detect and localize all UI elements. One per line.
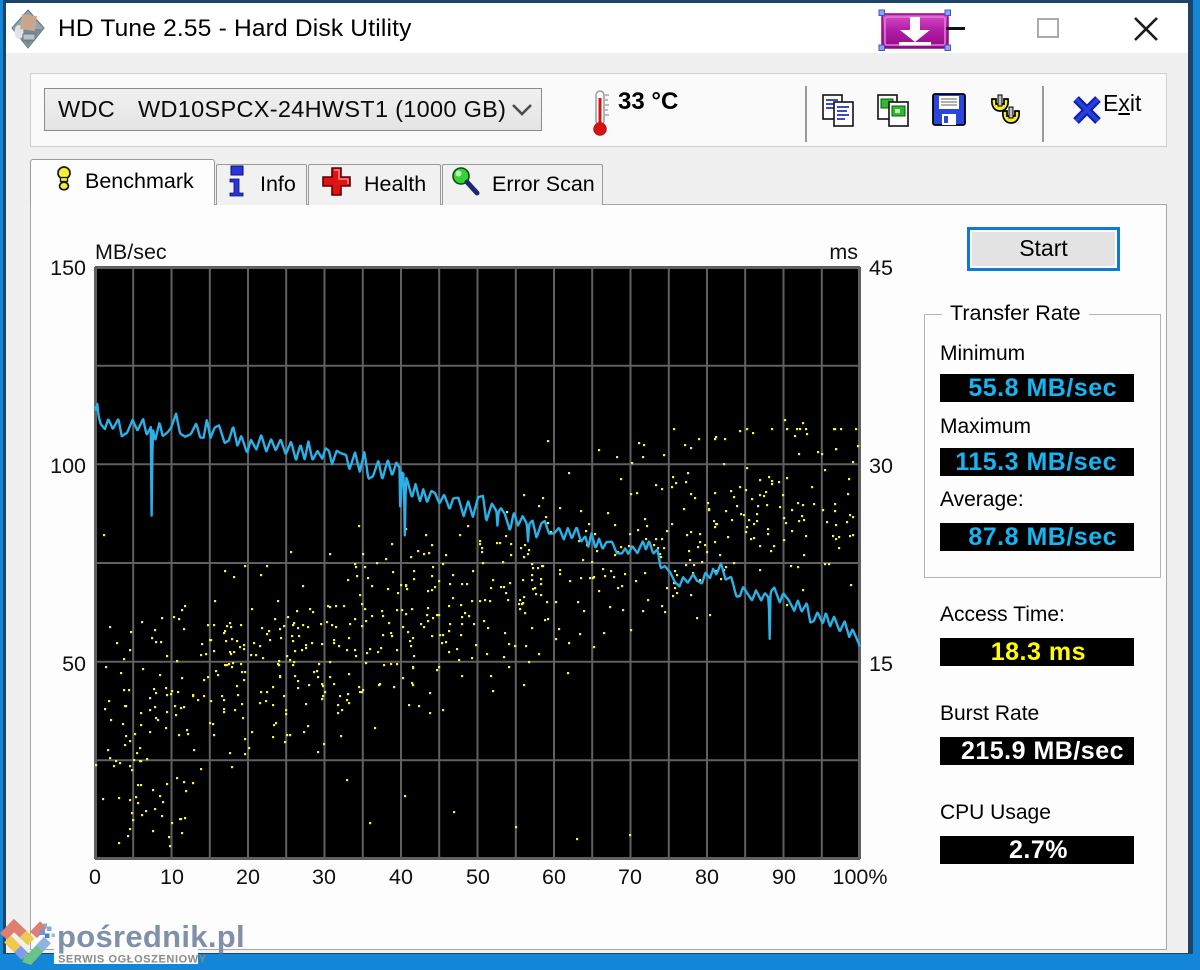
svg-text:70: 70	[618, 865, 642, 889]
svg-text:SERWIS OGŁOSZENIOWY: SERWIS OGŁOSZENIOWY	[58, 954, 207, 966]
svg-text:0: 0	[89, 865, 101, 889]
svg-text:15: 15	[869, 652, 893, 676]
svg-text:45: 45	[869, 256, 893, 280]
svg-text:100%: 100%	[833, 865, 888, 889]
svg-text:30: 30	[869, 454, 893, 478]
svg-text:ms: ms	[829, 240, 858, 264]
svg-text:90: 90	[772, 865, 796, 889]
svg-text:50: 50	[466, 865, 490, 889]
svg-text:80: 80	[695, 865, 719, 889]
svg-text:20: 20	[236, 865, 260, 889]
svg-text:100: 100	[50, 454, 86, 478]
svg-text:pośrednik.pl: pośrednik.pl	[57, 919, 245, 954]
svg-text:50: 50	[62, 652, 86, 676]
svg-text:30: 30	[312, 865, 336, 889]
svg-text:40: 40	[389, 865, 413, 889]
svg-text:MB/sec: MB/sec	[95, 240, 167, 264]
svg-text:60: 60	[542, 865, 566, 889]
svg-text:10: 10	[160, 865, 184, 889]
svg-text:150: 150	[50, 256, 86, 280]
